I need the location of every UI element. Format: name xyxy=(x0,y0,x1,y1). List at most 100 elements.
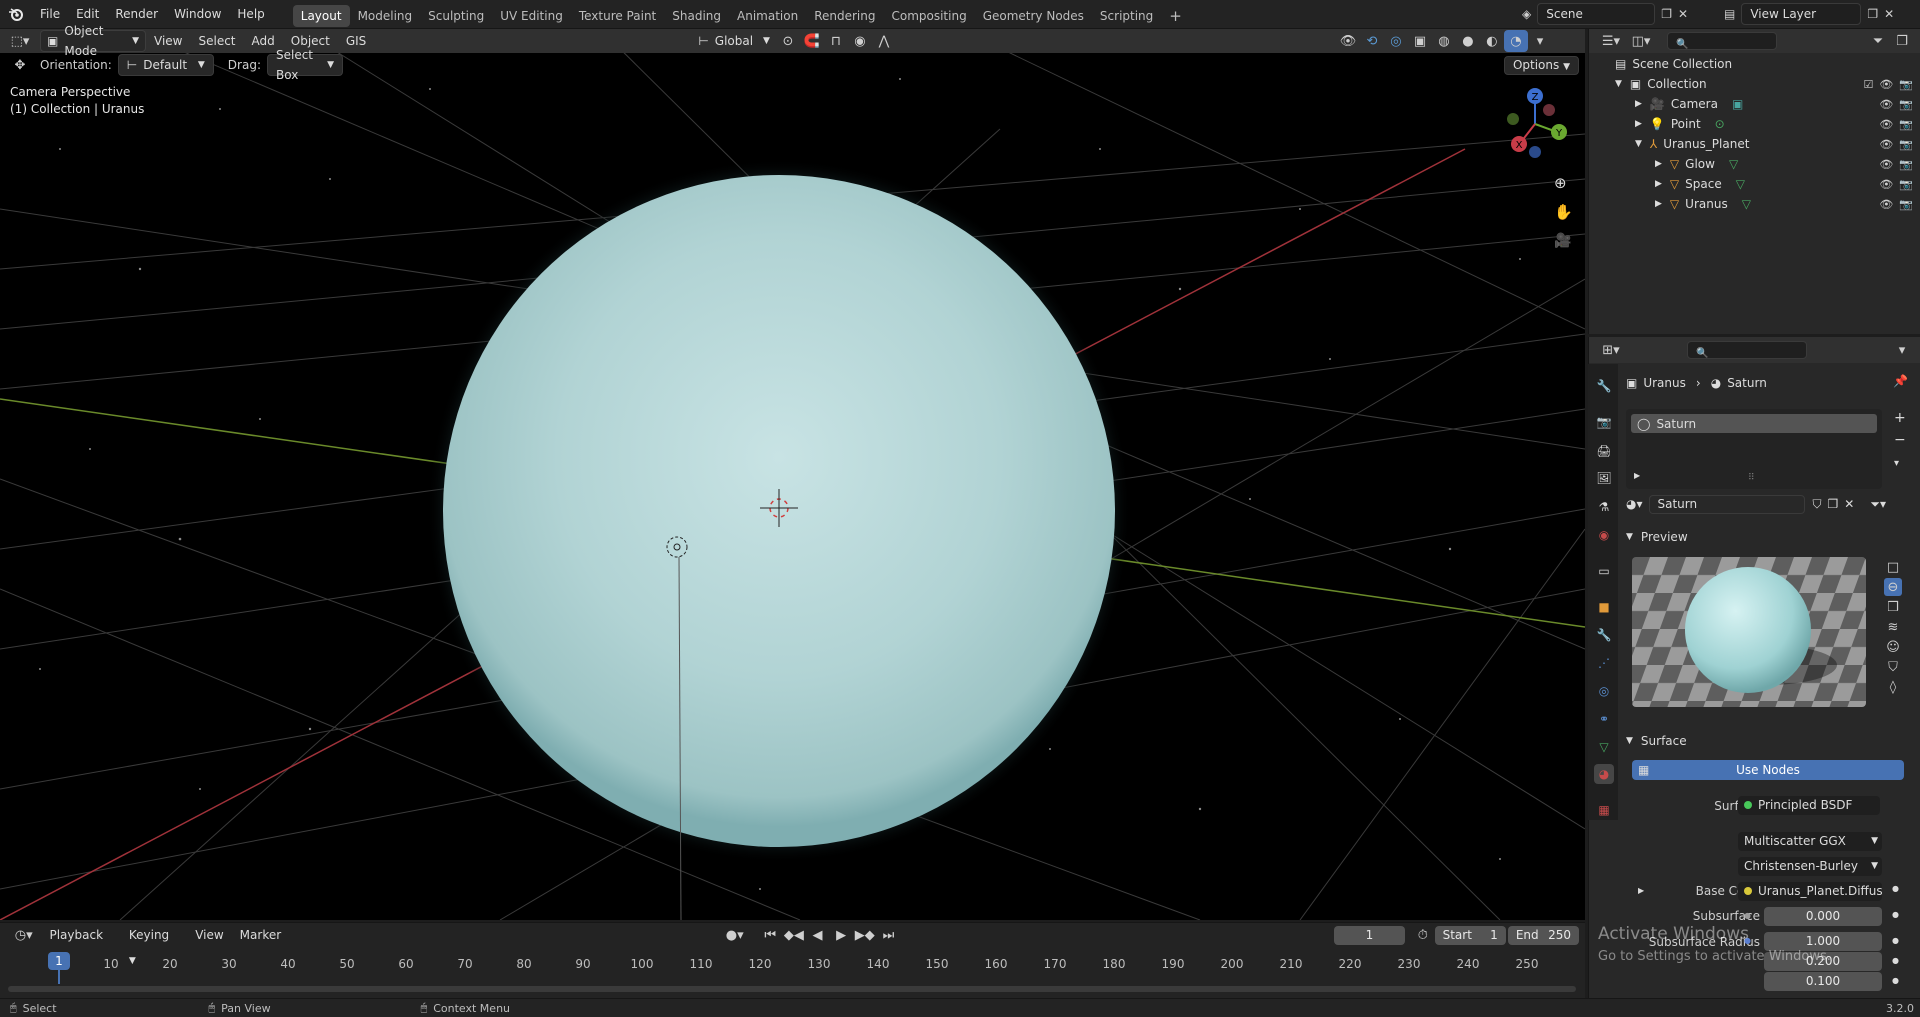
snap-target-icon[interactable]: ⊓ xyxy=(824,30,848,52)
eye-icon[interactable]: 👁 xyxy=(1879,178,1893,191)
tab-world-icon[interactable]: ◉ xyxy=(1594,525,1614,545)
menu-gis[interactable]: GIS xyxy=(338,29,374,53)
new-collection-icon[interactable]: ❐ xyxy=(1890,30,1914,52)
tab-particles-icon[interactable]: ⋰ xyxy=(1594,653,1614,673)
menu-help[interactable]: Help xyxy=(229,0,272,29)
surface-panel-header[interactable]: ▼ Surface xyxy=(1626,731,1916,751)
tab-render-icon[interactable]: 📷 xyxy=(1594,412,1614,432)
outliner-item-collection[interactable]: ▼ ▣ Collection ☑ 👁 📷 xyxy=(1589,74,1920,94)
add-slot-icon[interactable]: + xyxy=(1894,410,1906,426)
tab-output-icon[interactable]: 🖨 xyxy=(1594,441,1614,461)
playhead-frame[interactable]: 1 xyxy=(48,952,70,970)
preview-cube-icon[interactable]: ❒ xyxy=(1884,598,1902,616)
tab-object-icon[interactable]: ■ xyxy=(1594,597,1614,617)
tab-collection-icon[interactable]: ▭ xyxy=(1594,561,1614,581)
subsurface-radius-z[interactable]: 0.100 xyxy=(1764,972,1882,991)
eye-icon[interactable]: 👁 xyxy=(1879,158,1893,171)
socket-dot-icon[interactable]: ● xyxy=(1892,936,1899,945)
outliner-item-uranus[interactable]: ▶ ▽ Uranus ▽ 👁 📷 xyxy=(1589,194,1920,214)
unlink-material-icon[interactable]: ✕ xyxy=(1844,497,1854,511)
editor-type-icon[interactable]: ⬚▾ xyxy=(0,30,40,52)
surface-shader-field[interactable]: Principled BSDF xyxy=(1738,796,1880,815)
blender-logo-icon[interactable] xyxy=(0,3,32,25)
outliner-item-uranus-planet[interactable]: ▼ ⅄ Uranus_Planet 👁 📷 xyxy=(1589,134,1920,154)
render-camera-icon[interactable]: 📷 xyxy=(1899,118,1913,131)
delete-icon[interactable]: ✕ xyxy=(1884,7,1894,21)
visibility-toggles[interactable]: 👁 📷 xyxy=(1879,198,1913,211)
render-camera-icon[interactable]: 📷 xyxy=(1899,98,1913,111)
duplicate-material-icon[interactable]: ❐ xyxy=(1828,497,1839,511)
view-layer-field[interactable]: View Layer xyxy=(1741,3,1862,25)
socket-dot-icon[interactable]: ● xyxy=(1892,884,1899,893)
scene-field[interactable]: Scene xyxy=(1537,3,1656,25)
distribution-dropdown[interactable]: Multiscatter GGX ▼ xyxy=(1738,832,1882,851)
orientation-dropdown[interactable]: ⊢ Default ▼ xyxy=(117,54,214,76)
auto-keying-icon[interactable]: ●▾ xyxy=(723,924,747,946)
eye-icon[interactable]: 👁 xyxy=(1879,78,1893,91)
delete-icon[interactable]: ✕ xyxy=(1678,7,1688,21)
preview-cloth-icon[interactable]: ⛉ xyxy=(1884,658,1902,676)
preview-fluid-icon[interactable]: ◊ xyxy=(1884,678,1902,696)
jump-keyframe-forward-icon[interactable]: ▶◆ xyxy=(853,924,877,946)
outliner-search-input[interactable]: 🔍 xyxy=(1667,32,1777,50)
gizmo-neg-x-icon[interactable] xyxy=(1543,104,1555,116)
pin-icon[interactable]: 📌 xyxy=(1893,374,1908,388)
socket-dot-icon[interactable]: ● xyxy=(1744,911,1751,920)
expand-icon[interactable]: ▶ xyxy=(1634,471,1640,480)
tab-layout[interactable]: Layout xyxy=(292,4,350,27)
gizmo-neg-z-icon[interactable] xyxy=(1529,146,1541,158)
visibility-icon[interactable]: 👁 xyxy=(1336,30,1360,52)
browse-material-icon[interactable]: ◕▾ xyxy=(1626,497,1643,511)
render-camera-icon[interactable]: 📷 xyxy=(1899,178,1913,191)
jump-keyframe-back-icon[interactable]: ◆◀ xyxy=(782,924,806,946)
menu-keying[interactable]: Keying ▼ xyxy=(121,923,187,966)
overlay-toggle-icon[interactable]: ◎ xyxy=(1384,30,1408,52)
tab-texture-icon[interactable]: ▦ xyxy=(1594,800,1614,820)
eye-icon[interactable]: 👁 xyxy=(1879,98,1893,111)
pan-hand-icon[interactable]: ✋ xyxy=(1554,203,1573,221)
gizmo-neg-y-icon[interactable] xyxy=(1507,113,1519,125)
play-icon[interactable]: ▶ xyxy=(829,924,853,946)
tab-uv-editing[interactable]: UV Editing xyxy=(492,5,571,27)
resize-handle-icon[interactable]: ⠿ xyxy=(1748,473,1755,483)
material-shading-icon[interactable]: ◐ xyxy=(1480,30,1504,52)
rendered-shading-icon[interactable]: ◔ xyxy=(1503,30,1528,52)
eye-icon[interactable]: 👁 xyxy=(1879,138,1893,151)
shading-options-icon[interactable]: ▾ xyxy=(1528,30,1552,52)
eye-icon[interactable]: 👁 xyxy=(1879,198,1893,211)
tab-geometry-nodes[interactable]: Geometry Nodes xyxy=(975,5,1092,27)
properties-search-input[interactable]: 🔍 xyxy=(1687,341,1807,359)
outliner-item-camera[interactable]: ▶ 🎥 Camera ▣ 👁 📷 xyxy=(1589,94,1920,114)
3d-viewport[interactable]: Camera Perspective (1) Collection | Uran… xyxy=(0,29,1585,920)
visibility-toggles[interactable]: ☑ 👁 📷 xyxy=(1863,78,1913,91)
tab-shading[interactable]: Shading xyxy=(664,5,729,27)
stopwatch-icon[interactable]: ⏱ xyxy=(1411,924,1435,946)
xray-icon[interactable]: ▣ xyxy=(1408,30,1432,52)
material-name-field[interactable]: Saturn xyxy=(1648,494,1805,514)
material-slot-item[interactable]: ◯ Saturn xyxy=(1631,414,1877,433)
tab-scene-icon[interactable]: ⚗ xyxy=(1594,497,1614,517)
socket-dot-icon[interactable]: ● xyxy=(1892,976,1899,985)
outliner-item-glow[interactable]: ▶ ▽ Glow ▽ 👁 📷 xyxy=(1589,154,1920,174)
outliner-item-space[interactable]: ▶ ▽ Space ▽ 👁 📷 xyxy=(1589,174,1920,194)
socket-dot-icon[interactable]: ● xyxy=(1892,956,1899,965)
render-camera-icon[interactable]: 📷 xyxy=(1899,158,1913,171)
scene-selector[interactable]: ◈ Scene ❐ ✕ xyxy=(1522,3,1688,25)
expand-icon[interactable]: ▶ xyxy=(1635,99,1642,109)
end-frame-field[interactable]: End 250 xyxy=(1507,925,1580,945)
tab-physics-icon[interactable]: ◎ xyxy=(1594,681,1614,701)
socket-dot-icon[interactable]: ● xyxy=(1892,910,1899,919)
jump-end-icon[interactable]: ⏭ xyxy=(877,924,901,946)
options-dropdown[interactable]: Options ▼ xyxy=(1503,55,1579,75)
proportional-edit-icon[interactable]: ◉ xyxy=(848,30,872,52)
move-tool-icon[interactable]: ✥ xyxy=(0,54,40,76)
jump-start-icon[interactable]: ⏮ xyxy=(758,924,782,946)
properties-editor-icon[interactable]: ⊞▾ xyxy=(1595,339,1627,361)
visibility-toggles[interactable]: 👁 📷 xyxy=(1879,138,1913,151)
slot-menu-icon[interactable]: ▾ xyxy=(1894,458,1899,469)
tab-rendering[interactable]: Rendering xyxy=(806,5,883,27)
preview-monkey-icon[interactable]: ☺ xyxy=(1884,638,1902,656)
preview-sphere-icon[interactable]: ⊖ xyxy=(1884,578,1902,596)
tab-view-layer-icon[interactable]: 🖼 xyxy=(1594,468,1614,488)
menu-marker[interactable]: Marker xyxy=(232,923,289,947)
